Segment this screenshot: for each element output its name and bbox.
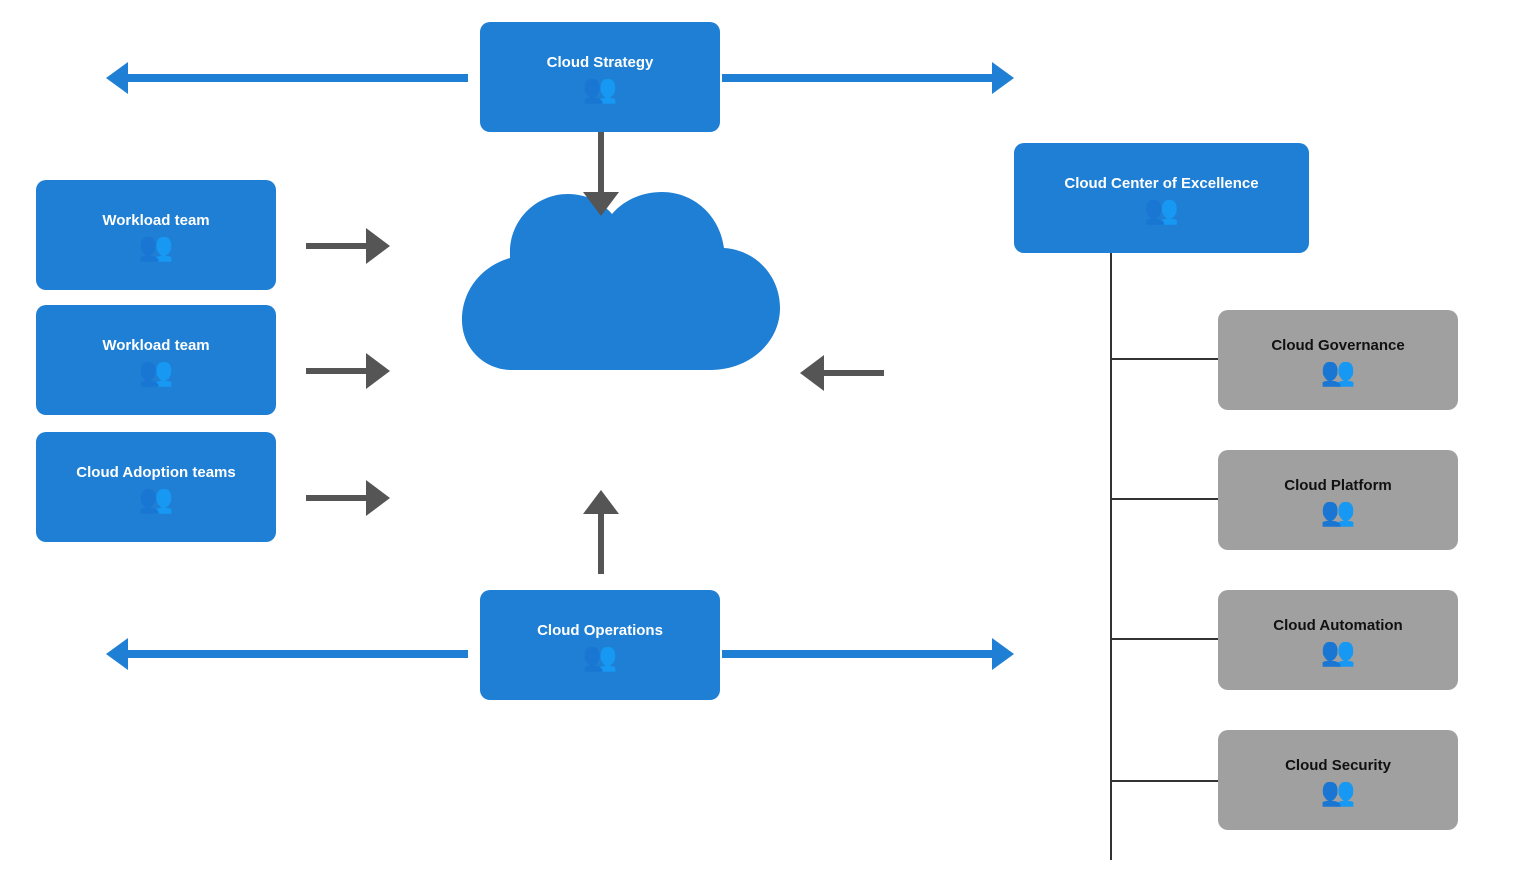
cloud-governance-label: Cloud Governance bbox=[1271, 337, 1404, 354]
cloud-strategy-box: Cloud Strategy 👥 bbox=[480, 22, 720, 132]
connector-security bbox=[1110, 780, 1220, 782]
workload-team-1-box: Workload team 👥 bbox=[36, 180, 276, 290]
cloud-strategy-label: Cloud Strategy bbox=[547, 54, 654, 71]
coe-vertical-line bbox=[1110, 253, 1112, 860]
cloud-automation-label: Cloud Automation bbox=[1273, 617, 1402, 634]
strategy-down-arrow bbox=[583, 132, 619, 216]
strategy-left-arrow bbox=[106, 62, 468, 94]
adoption-right-arrow bbox=[306, 480, 390, 516]
cloud-operations-label: Cloud Operations bbox=[537, 622, 663, 639]
cloud-adoption-label: Cloud Adoption teams bbox=[76, 464, 235, 481]
workload-team-2-box: Workload team 👥 bbox=[36, 305, 276, 415]
cloud-governance-icon: 👥 bbox=[1321, 358, 1356, 386]
connector-platform bbox=[1110, 498, 1220, 500]
cloud-coe-label: Cloud Center of Excellence bbox=[1064, 175, 1258, 192]
cloud-automation-icon: 👥 bbox=[1321, 638, 1356, 666]
cloud-adoption-box: Cloud Adoption teams 👥 bbox=[36, 432, 276, 542]
cloud-strategy-icon: 👥 bbox=[583, 75, 618, 103]
cloud-security-box: Cloud Security 👥 bbox=[1218, 730, 1458, 830]
cloud-coe-box: Cloud Center of Excellence 👥 bbox=[1014, 143, 1309, 253]
strategy-right-arrow bbox=[722, 62, 1014, 94]
cloud-adoption-icon: 👥 bbox=[139, 485, 174, 513]
workload-team-1-label: Workload team bbox=[102, 212, 209, 229]
cloud-operations-icon: 👥 bbox=[583, 643, 618, 671]
cloud-security-icon: 👥 bbox=[1321, 778, 1356, 806]
cloud-platform-icon: 👥 bbox=[1321, 498, 1356, 526]
cloud-coe-icon: 👥 bbox=[1144, 196, 1179, 224]
diagram: Cloud Strategy 👥 Workload team 👥 Workloa… bbox=[0, 0, 1528, 891]
operations-up-arrow bbox=[583, 490, 619, 574]
cloud-platform-box: Cloud Platform 👥 bbox=[1218, 450, 1458, 550]
workload-team-1-icon: 👥 bbox=[139, 233, 174, 261]
connector-governance bbox=[1110, 358, 1220, 360]
cloud-platform-label: Cloud Platform bbox=[1284, 477, 1392, 494]
cloud-automation-box: Cloud Automation 👥 bbox=[1218, 590, 1458, 690]
operations-right-arrow bbox=[722, 638, 1014, 670]
workload-team-2-label: Workload team bbox=[102, 337, 209, 354]
connector-automation bbox=[1110, 638, 1220, 640]
cloud-operations-box: Cloud Operations 👥 bbox=[480, 590, 720, 700]
workload-team-2-icon: 👥 bbox=[139, 358, 174, 386]
cloud-security-label: Cloud Security bbox=[1285, 757, 1391, 774]
workload1-right-arrow bbox=[306, 228, 390, 264]
operations-left-arrow bbox=[106, 638, 468, 670]
workload2-right-arrow bbox=[306, 353, 390, 389]
cloud-governance-box: Cloud Governance 👥 bbox=[1218, 310, 1458, 410]
right-left-arrow bbox=[800, 355, 884, 391]
